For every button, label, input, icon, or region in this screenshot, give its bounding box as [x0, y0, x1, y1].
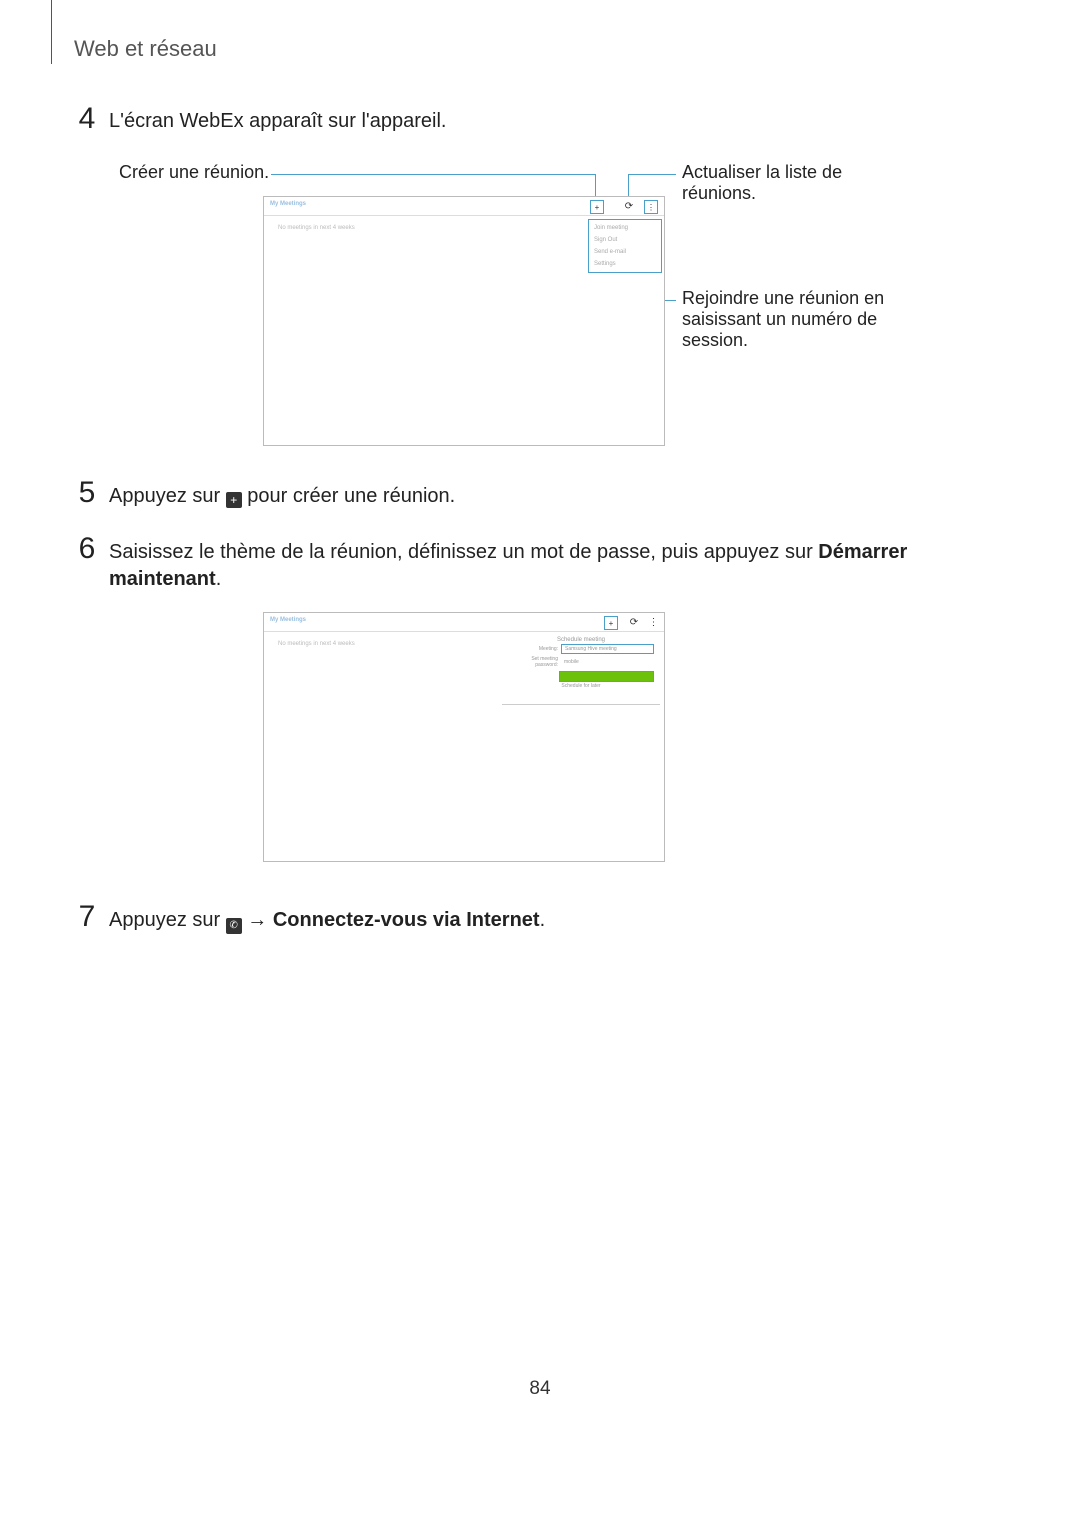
empty-state-text: No meetings in next 4 weeks — [278, 225, 355, 231]
meeting-field: Samsung Hive meeting — [561, 644, 654, 654]
screenshot-webex-schedule: My Meetings + ⟳ ⋮ No meetings in next 4 … — [263, 612, 665, 862]
more-icon: ⋮ — [648, 617, 658, 627]
password-label: Set meeting password: — [508, 656, 558, 668]
overflow-menu: Join meeting Sign Out Send e-mail Settin… — [588, 219, 662, 273]
step-6-number: 6 — [72, 532, 102, 566]
schedule-later-link: Schedule for later — [502, 683, 660, 689]
callout-create-meeting: Créer une réunion. — [119, 162, 269, 183]
text: Appuyez sur — [109, 909, 226, 931]
menu-item: Sign Out — [589, 234, 661, 246]
connector-line — [628, 174, 629, 198]
step-4-number: 4 — [72, 102, 102, 136]
divider — [502, 704, 660, 705]
my-meetings-label: My Meetings — [270, 201, 306, 207]
more-icon: ⋮ — [644, 200, 658, 214]
step-7-number: 7 — [72, 900, 102, 934]
screenshot-toolbar: My Meetings + ⟳ ⋮ — [264, 613, 664, 632]
plus-icon: + — [590, 200, 604, 214]
empty-state-text: No meetings in next 4 weeks — [278, 641, 355, 647]
refresh-icon: ⟳ — [624, 201, 634, 211]
step-5-number: 5 — [72, 476, 102, 510]
arrow: → — [242, 909, 273, 931]
schedule-modal: Schedule meeting Meeting: Samsung Hive m… — [502, 635, 660, 701]
connector-line — [628, 174, 676, 175]
menu-item: Join meeting — [589, 222, 661, 234]
start-now-button — [559, 671, 654, 682]
step-7-text: Appuyez sur ✆ → Connectez-vous via Inter… — [109, 907, 909, 934]
text: Appuyez sur — [109, 485, 226, 507]
audio-icon: ✆ — [226, 918, 242, 934]
callout-refresh-list: Actualiser la liste de réunions. — [682, 162, 897, 204]
menu-item: Send e-mail — [589, 246, 661, 258]
callout-join-session: Rejoindre une réunion en saisissant un n… — [682, 288, 897, 351]
margin-rule — [51, 0, 52, 64]
connector-line — [595, 174, 596, 198]
refresh-icon: ⟳ — [629, 617, 639, 627]
my-meetings-label: My Meetings — [270, 617, 306, 623]
text: . — [216, 568, 222, 590]
password-field: mobile — [561, 658, 654, 666]
screenshot-toolbar: My Meetings + ⟳ ⋮ — [264, 197, 664, 216]
bold-text: Connectez-vous via Internet — [273, 909, 540, 931]
connector-line — [271, 174, 595, 175]
page-number: 84 — [0, 1378, 1080, 1400]
section-header: Web et réseau — [74, 36, 217, 62]
text: . — [540, 909, 546, 931]
plus-icon: + — [226, 492, 242, 508]
menu-item: Settings — [589, 258, 661, 270]
text: pour créer une réunion. — [242, 485, 455, 507]
step-4-text: L'écran WebEx apparaît sur l'appareil. — [109, 108, 446, 135]
meeting-label: Meeting: — [508, 646, 558, 652]
text: Saisissez le thème de la réunion, défini… — [109, 541, 818, 563]
plus-icon: + — [604, 616, 618, 630]
step-5-text: Appuyez sur + pour créer une réunion. — [109, 483, 909, 510]
screenshot-webex-home: My Meetings + ⟳ ⋮ No meetings in next 4 … — [263, 196, 665, 446]
step-6-text: Saisissez le thème de la réunion, défini… — [109, 539, 929, 593]
